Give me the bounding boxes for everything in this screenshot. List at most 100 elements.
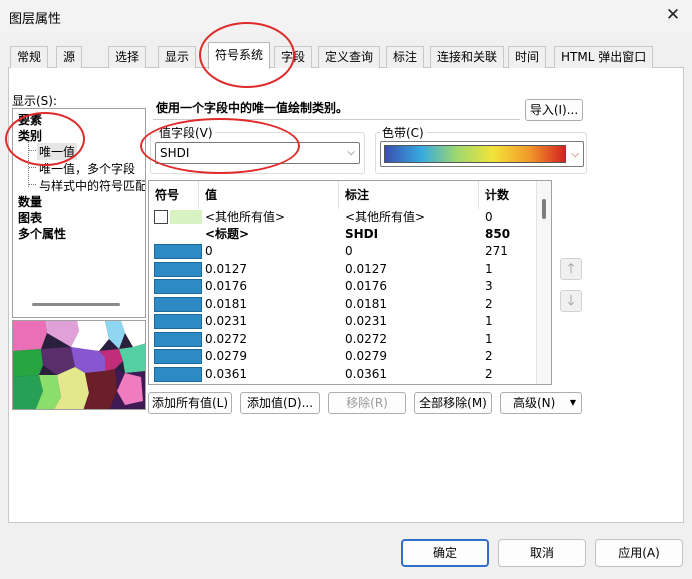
row-count: 1 — [485, 331, 493, 346]
advanced-button[interactable]: 高级(N) ▼ — [500, 392, 582, 414]
apply-button[interactable]: 应用(A) — [595, 539, 683, 567]
row-label: 0.0127 — [345, 261, 387, 276]
row-count: 0 — [485, 210, 493, 224]
column-header-symbol[interactable]: 符号 — [149, 181, 199, 209]
renderer-description: 使用一个字段中的唯一值绘制类别。 — [153, 98, 520, 120]
tab-symbology[interactable]: 符号系统 — [208, 42, 271, 69]
row-label: 0.0361 — [345, 366, 387, 381]
table-row-heading[interactable]: <标题> SHDI 850 — [149, 226, 537, 243]
renderer-tree: 要素 类别 唯一值 唯一值，多个字段 与样式中的符号匹配 数量 图表 多个属性 — [12, 108, 146, 318]
tab-display[interactable]: 显示 — [158, 46, 197, 68]
chevron-down-icon: ⌵ — [347, 147, 355, 158]
color-ramp-label: 色带(C) — [380, 124, 426, 141]
row-count: 271 — [485, 244, 508, 258]
tree-item-match-style[interactable]: 与样式中的符号匹配 — [39, 177, 145, 194]
tree-connector — [29, 150, 36, 151]
tree-item-categories[interactable]: 类别 — [18, 127, 42, 144]
table-row[interactable]: 0.0181 0.0181 2 — [149, 296, 537, 313]
symbol-swatch — [154, 244, 202, 259]
table-row[interactable]: 0.0272 0.0272 1 — [149, 331, 537, 348]
unique-values-table[interactable]: 符号 值 标注 计数 <其他所有值> <其他所有值> 0 <标题> SHDI 8… — [148, 180, 552, 385]
tab-strip: 常规 源 选择 显示 符号系统 字段 定义查询 标注 连接和关联 时间 HTML… — [8, 42, 684, 69]
symbol-swatch — [154, 366, 202, 382]
symbol-swatch — [154, 261, 202, 277]
symbol-swatch — [154, 279, 202, 294]
color-ramp-swatch — [384, 145, 566, 163]
tree-horizontal-scrollbar[interactable] — [32, 303, 120, 306]
row-count: 850 — [485, 227, 511, 241]
row-label: SHDI — [345, 227, 379, 241]
tab-joins-relates[interactable]: 连接和关联 — [430, 46, 505, 68]
row-value: 0 — [205, 244, 213, 258]
table-row[interactable]: 0.0231 0.0231 1 — [149, 313, 537, 330]
renderer-preview-image — [12, 320, 146, 410]
table-row[interactable]: 0.0279 0.0279 2 — [149, 348, 537, 365]
tree-item-unique-values[interactable]: 唯一值 — [37, 143, 78, 160]
scrollbar-thumb[interactable] — [542, 199, 546, 219]
value-field-label: 值字段(V) — [157, 124, 215, 141]
show-label: 显示(S): — [12, 94, 58, 108]
add-values-button[interactable]: 添加值(D)... — [240, 392, 320, 414]
value-field-select[interactable]: SHDI ⌵ — [155, 142, 360, 164]
row-label: 0.0279 — [345, 349, 387, 363]
move-down-icon[interactable]: 🡓 — [560, 290, 582, 312]
row-value: 0.0176 — [205, 279, 247, 293]
tab-general[interactable]: 常规 — [10, 46, 49, 68]
add-all-values-button[interactable]: 添加所有值(L) — [148, 392, 232, 414]
symbol-fill-swatch — [170, 210, 202, 224]
table-row-other-values[interactable]: <其他所有值> <其他所有值> 0 — [149, 209, 537, 226]
row-value: 0.0279 — [205, 349, 247, 363]
tree-item-unique-values-many-fields[interactable]: 唯一值，多个字段 — [39, 160, 135, 177]
tree-connector — [28, 141, 29, 187]
row-label: 0.0181 — [345, 296, 387, 311]
window-title: 图层属性 — [9, 12, 62, 27]
symbol-swatch — [154, 349, 202, 364]
table-row[interactable]: 0.0127 0.0127 1 — [149, 261, 537, 278]
column-header-value[interactable]: 值 — [199, 181, 339, 209]
cancel-button[interactable]: 取消 — [498, 539, 586, 567]
symbol-outline-swatch — [154, 210, 168, 224]
tab-labels[interactable]: 标注 — [386, 46, 425, 68]
import-button[interactable]: 导入(I)... — [525, 99, 583, 121]
table-row[interactable]: 0.0176 0.0176 3 — [149, 278, 537, 295]
tab-html-popup[interactable]: HTML 弹出窗口 — [554, 46, 654, 68]
close-icon[interactable]: ✕ — [662, 6, 684, 26]
remove-all-button[interactable]: 全部移除(M) — [414, 392, 492, 414]
move-up-icon[interactable]: 🡑 — [560, 258, 582, 280]
row-value: 0.0361 — [205, 366, 247, 381]
title-bar: 图层属性 ✕ — [0, 0, 692, 32]
column-header-label[interactable]: 标注 — [339, 181, 479, 209]
tab-source[interactable]: 源 — [56, 46, 83, 68]
tree-item-features[interactable]: 要素 — [18, 111, 42, 128]
color-ramp-select[interactable]: ⌵ — [380, 141, 584, 167]
row-value: 0.0231 — [205, 314, 247, 328]
tab-fields[interactable]: 字段 — [274, 46, 313, 68]
tree-item-multiple-attributes[interactable]: 多个属性 — [18, 225, 66, 242]
advanced-label: 高级(N) — [513, 396, 556, 410]
symbol-swatch — [154, 296, 202, 312]
tab-selection[interactable]: 选择 — [108, 46, 147, 68]
row-label: 0.0176 — [345, 279, 387, 293]
table-vertical-scrollbar[interactable] — [536, 181, 551, 384]
tree-connector — [29, 167, 36, 168]
row-count: 2 — [485, 349, 493, 363]
table-row[interactable]: 0 0 271 — [149, 243, 537, 260]
row-label: 0.0272 — [345, 331, 387, 346]
tree-item-charts[interactable]: 图表 — [18, 209, 42, 226]
value-field-selected: SHDI — [160, 146, 190, 160]
row-label: <其他所有值> — [345, 210, 426, 224]
row-label: 0.0231 — [345, 314, 387, 328]
table-row[interactable]: 0.0361 0.0361 2 — [149, 366, 537, 383]
row-value: <标题> — [205, 227, 250, 241]
ok-button[interactable]: 确定 — [401, 539, 489, 567]
remove-button[interactable]: 移除(R) — [328, 392, 406, 414]
tree-item-quantities[interactable]: 数量 — [18, 193, 42, 210]
row-value: 0.0181 — [205, 296, 247, 311]
symbol-swatch — [154, 331, 202, 347]
tab-definition-query[interactable]: 定义查询 — [318, 46, 381, 68]
column-header-count[interactable]: 计数 — [479, 181, 537, 209]
row-count: 2 — [485, 366, 493, 381]
row-label: 0 — [345, 244, 353, 258]
tree-connector — [29, 184, 36, 185]
tab-time[interactable]: 时间 — [508, 46, 547, 68]
